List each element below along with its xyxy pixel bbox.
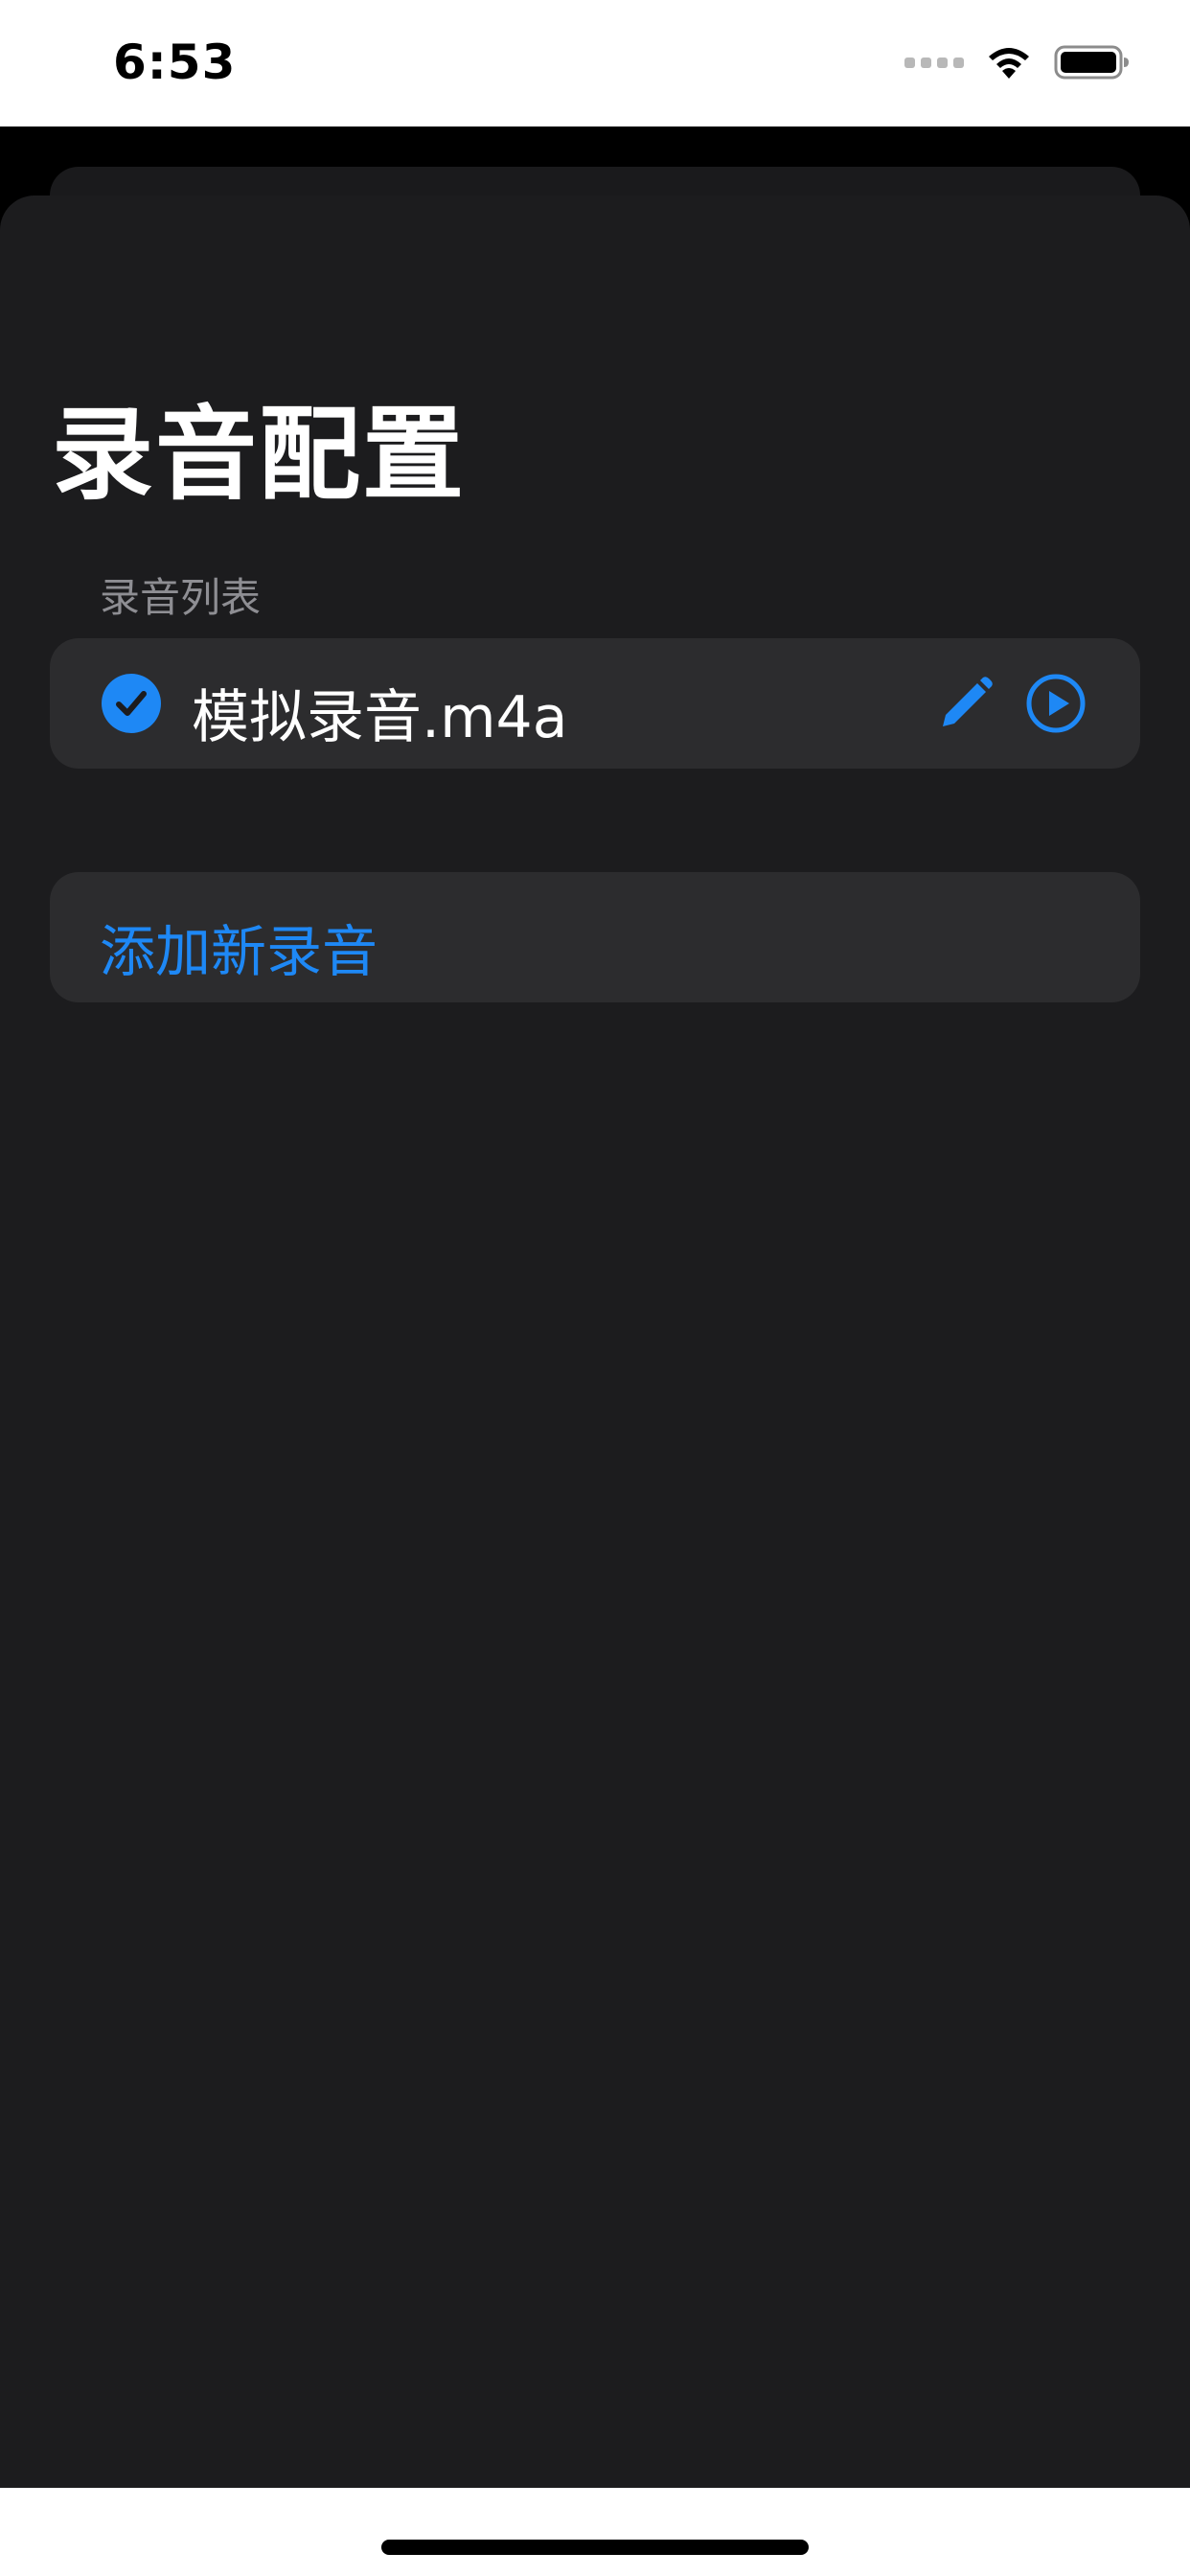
status-bar: 6:53 [0, 0, 1190, 126]
cellular-signal-icon [904, 57, 964, 68]
page-title: 录音配置 [52, 396, 466, 514]
home-indicator[interactable] [381, 2540, 809, 2555]
recording-config-sheet [0, 196, 1190, 2488]
pencil-icon[interactable] [937, 675, 995, 732]
recording-name: 模拟录音.m4a [192, 684, 568, 751]
add-recording-label: 添加新录音 [100, 919, 378, 984]
recording-row[interactable]: 模拟录音.m4a [50, 638, 1140, 769]
checkmark-circle-fill-icon[interactable] [102, 674, 161, 733]
wifi-icon [989, 48, 1029, 79]
home-area [0, 2488, 1190, 2576]
battery-icon [1054, 45, 1129, 80]
section-header-recordings: 录音列表 [100, 574, 262, 621]
play-circle-icon[interactable] [1025, 673, 1087, 734]
status-icons [904, 44, 1131, 80]
add-recording-button[interactable]: 添加新录音 [50, 872, 1140, 1002]
status-time: 6:53 [113, 34, 237, 90]
